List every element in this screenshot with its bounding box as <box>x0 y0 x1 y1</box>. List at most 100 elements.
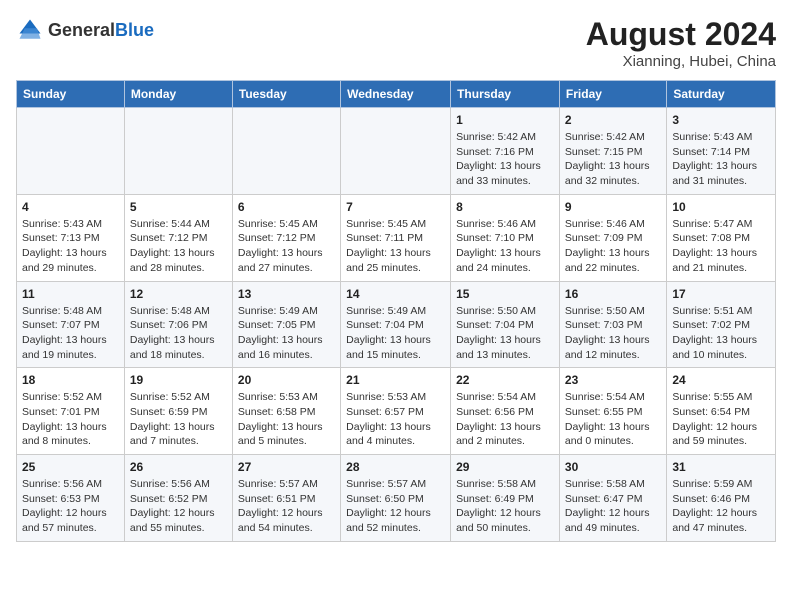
day-number: 4 <box>22 200 119 214</box>
day-info: Sunrise: 5:48 AM Sunset: 7:07 PM Dayligh… <box>22 304 119 363</box>
logo-blue: Blue <box>115 20 154 40</box>
day-info: Sunrise: 5:56 AM Sunset: 6:53 PM Dayligh… <box>22 477 119 536</box>
day-info: Sunrise: 5:48 AM Sunset: 7:06 PM Dayligh… <box>130 304 227 363</box>
calendar-cell: 19 Sunrise: 5:52 AM Sunset: 6:59 PM Dayli… <box>124 368 232 455</box>
calendar-cell: 2 Sunrise: 5:42 AM Sunset: 7:15 PM Daylig… <box>559 108 666 195</box>
day-number: 12 <box>130 287 227 301</box>
location: Xianning, Hubei, China <box>586 53 776 70</box>
day-info: Sunrise: 5:57 AM Sunset: 6:50 PM Dayligh… <box>346 477 445 536</box>
weekday-header-monday: Monday <box>124 81 232 108</box>
day-info: Sunrise: 5:46 AM Sunset: 7:09 PM Dayligh… <box>565 217 661 276</box>
day-number: 28 <box>346 460 445 474</box>
weekday-header-tuesday: Tuesday <box>232 81 340 108</box>
calendar-cell <box>124 108 232 195</box>
calendar-cell <box>232 108 340 195</box>
day-info: Sunrise: 5:53 AM Sunset: 6:58 PM Dayligh… <box>238 390 335 449</box>
day-number: 16 <box>565 287 661 301</box>
calendar-cell: 28 Sunrise: 5:57 AM Sunset: 6:50 PM Dayli… <box>341 455 451 542</box>
day-info: Sunrise: 5:43 AM Sunset: 7:13 PM Dayligh… <box>22 217 119 276</box>
calendar-cell: 11 Sunrise: 5:48 AM Sunset: 7:07 PM Dayli… <box>17 281 125 368</box>
day-info: Sunrise: 5:47 AM Sunset: 7:08 PM Dayligh… <box>672 217 770 276</box>
day-number: 2 <box>565 113 661 127</box>
calendar-cell: 7 Sunrise: 5:45 AM Sunset: 7:11 PM Daylig… <box>341 194 451 281</box>
calendar-cell: 29 Sunrise: 5:58 AM Sunset: 6:49 PM Dayli… <box>451 455 560 542</box>
day-number: 8 <box>456 200 554 214</box>
day-info: Sunrise: 5:56 AM Sunset: 6:52 PM Dayligh… <box>130 477 227 536</box>
calendar-cell: 18 Sunrise: 5:52 AM Sunset: 7:01 PM Dayli… <box>17 368 125 455</box>
day-info: Sunrise: 5:45 AM Sunset: 7:12 PM Dayligh… <box>238 217 335 276</box>
day-number: 10 <box>672 200 770 214</box>
day-number: 22 <box>456 373 554 387</box>
day-number: 19 <box>130 373 227 387</box>
day-number: 14 <box>346 287 445 301</box>
calendar-cell: 8 Sunrise: 5:46 AM Sunset: 7:10 PM Daylig… <box>451 194 560 281</box>
day-number: 24 <box>672 373 770 387</box>
day-number: 7 <box>346 200 445 214</box>
day-info: Sunrise: 5:59 AM Sunset: 6:46 PM Dayligh… <box>672 477 770 536</box>
calendar-week-row: 25Sunrise: 5:56 AM Sunset: 6:53 PM Dayli… <box>17 455 776 542</box>
day-info: Sunrise: 5:45 AM Sunset: 7:11 PM Dayligh… <box>346 217 445 276</box>
day-info: Sunrise: 5:54 AM Sunset: 6:55 PM Dayligh… <box>565 390 661 449</box>
day-number: 31 <box>672 460 770 474</box>
day-info: Sunrise: 5:57 AM Sunset: 6:51 PM Dayligh… <box>238 477 335 536</box>
calendar-cell: 31 Sunrise: 5:59 AM Sunset: 6:46 PM Dayli… <box>667 455 776 542</box>
day-number: 1 <box>456 113 554 127</box>
day-info: Sunrise: 5:54 AM Sunset: 6:56 PM Dayligh… <box>456 390 554 449</box>
weekday-header-row: SundayMondayTuesdayWednesdayThursdayFrid… <box>17 81 776 108</box>
calendar-cell: 25Sunrise: 5:56 AM Sunset: 6:53 PM Dayli… <box>17 455 125 542</box>
logo-general: General <box>48 20 115 40</box>
calendar-week-row: 18 Sunrise: 5:52 AM Sunset: 7:01 PM Dayli… <box>17 368 776 455</box>
calendar-cell: 16 Sunrise: 5:50 AM Sunset: 7:03 PM Dayli… <box>559 281 666 368</box>
day-number: 3 <box>672 113 770 127</box>
calendar-cell: 24Sunrise: 5:55 AM Sunset: 6:54 PM Dayli… <box>667 368 776 455</box>
calendar-week-row: 4 Sunrise: 5:43 AM Sunset: 7:13 PM Daylig… <box>17 194 776 281</box>
day-number: 6 <box>238 200 335 214</box>
weekday-header-thursday: Thursday <box>451 81 560 108</box>
day-number: 13 <box>238 287 335 301</box>
day-number: 26 <box>130 460 227 474</box>
calendar-cell: 15Sunrise: 5:50 AM Sunset: 7:04 PM Dayli… <box>451 281 560 368</box>
month-year: August 2024 <box>586 16 776 53</box>
calendar-cell: 12 Sunrise: 5:48 AM Sunset: 7:06 PM Dayli… <box>124 281 232 368</box>
day-info: Sunrise: 5:46 AM Sunset: 7:10 PM Dayligh… <box>456 217 554 276</box>
calendar-cell: 23Sunrise: 5:54 AM Sunset: 6:55 PM Dayli… <box>559 368 666 455</box>
day-info: Sunrise: 5:51 AM Sunset: 7:02 PM Dayligh… <box>672 304 770 363</box>
weekday-header-saturday: Saturday <box>667 81 776 108</box>
day-number: 29 <box>456 460 554 474</box>
calendar-cell: 13Sunrise: 5:49 AM Sunset: 7:05 PM Dayli… <box>232 281 340 368</box>
calendar-cell <box>17 108 125 195</box>
calendar-cell: 30 Sunrise: 5:58 AM Sunset: 6:47 PM Dayli… <box>559 455 666 542</box>
day-number: 17 <box>672 287 770 301</box>
day-number: 27 <box>238 460 335 474</box>
day-info: Sunrise: 5:43 AM Sunset: 7:14 PM Dayligh… <box>672 130 770 189</box>
day-number: 30 <box>565 460 661 474</box>
calendar-cell: 27 Sunrise: 5:57 AM Sunset: 6:51 PM Dayli… <box>232 455 340 542</box>
day-info: Sunrise: 5:58 AM Sunset: 6:49 PM Dayligh… <box>456 477 554 536</box>
calendar-week-row: 11 Sunrise: 5:48 AM Sunset: 7:07 PM Dayli… <box>17 281 776 368</box>
day-number: 18 <box>22 373 119 387</box>
calendar-week-row: 1Sunrise: 5:42 AM Sunset: 7:16 PM Daylig… <box>17 108 776 195</box>
calendar-cell: 4 Sunrise: 5:43 AM Sunset: 7:13 PM Daylig… <box>17 194 125 281</box>
calendar-cell: 1Sunrise: 5:42 AM Sunset: 7:16 PM Daylig… <box>451 108 560 195</box>
day-number: 9 <box>565 200 661 214</box>
calendar-cell: 3 Sunrise: 5:43 AM Sunset: 7:14 PM Daylig… <box>667 108 776 195</box>
day-number: 15 <box>456 287 554 301</box>
title-block: August 2024 Xianning, Hubei, China <box>586 16 776 70</box>
day-info: Sunrise: 5:58 AM Sunset: 6:47 PM Dayligh… <box>565 477 661 536</box>
day-info: Sunrise: 5:44 AM Sunset: 7:12 PM Dayligh… <box>130 217 227 276</box>
day-number: 21 <box>346 373 445 387</box>
day-info: Sunrise: 5:52 AM Sunset: 7:01 PM Dayligh… <box>22 390 119 449</box>
day-info: Sunrise: 5:42 AM Sunset: 7:15 PM Dayligh… <box>565 130 661 189</box>
weekday-header-friday: Friday <box>559 81 666 108</box>
calendar-cell: 22 Sunrise: 5:54 AM Sunset: 6:56 PM Dayli… <box>451 368 560 455</box>
calendar-cell: 6 Sunrise: 5:45 AM Sunset: 7:12 PM Daylig… <box>232 194 340 281</box>
day-info: Sunrise: 5:50 AM Sunset: 7:03 PM Dayligh… <box>565 304 661 363</box>
calendar-cell: 9 Sunrise: 5:46 AM Sunset: 7:09 PM Daylig… <box>559 194 666 281</box>
day-number: 5 <box>130 200 227 214</box>
calendar-cell: 20Sunrise: 5:53 AM Sunset: 6:58 PM Dayli… <box>232 368 340 455</box>
calendar-cell: 26 Sunrise: 5:56 AM Sunset: 6:52 PM Dayli… <box>124 455 232 542</box>
calendar-cell: 21Sunrise: 5:53 AM Sunset: 6:57 PM Dayli… <box>341 368 451 455</box>
day-info: Sunrise: 5:52 AM Sunset: 6:59 PM Dayligh… <box>130 390 227 449</box>
calendar-cell: 14Sunrise: 5:49 AM Sunset: 7:04 PM Dayli… <box>341 281 451 368</box>
day-number: 11 <box>22 287 119 301</box>
